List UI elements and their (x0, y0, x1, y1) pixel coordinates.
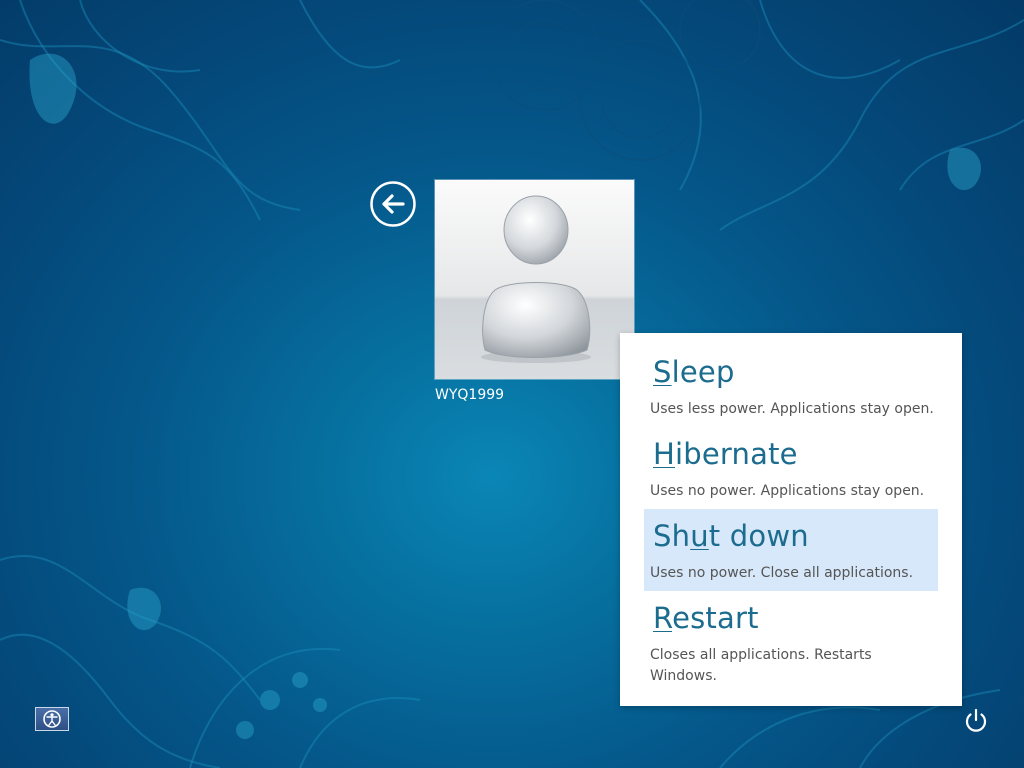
power-icon (965, 708, 987, 732)
username-label: WYQ1999 (435, 387, 505, 403)
menu-item-hibernate[interactable]: Hibernate Uses no power. Applications st… (644, 437, 938, 509)
hibernate-description: Uses no power. Applications stay open. (650, 483, 925, 499)
back-button[interactable] (370, 181, 416, 227)
power-button[interactable] (962, 707, 990, 735)
lock-screen-background: WYQ1999 Sleep Uses less power. Applicati… (0, 0, 1024, 768)
menu-item-restart[interactable]: Restart Closes all applications. Restart… (644, 601, 938, 693)
sleep-description: Uses less power. Applications stay open. (650, 401, 934, 417)
power-options-menu: Sleep Uses less power. Applications stay… (620, 333, 962, 706)
shut-down-label: Shut down (653, 519, 809, 553)
user-silhouette-icon (481, 195, 591, 363)
user-tile[interactable] (435, 180, 634, 379)
back-arrow-icon (370, 181, 416, 227)
ease-of-access-icon (43, 710, 61, 728)
restart-label: Restart (653, 601, 759, 635)
sleep-label: Sleep (653, 355, 735, 389)
menu-item-shut-down[interactable]: Shut down Uses no power. Close all appli… (644, 509, 938, 591)
shut-down-description: Uses no power. Close all applications. (650, 565, 914, 581)
hibernate-label: Hibernate (653, 437, 798, 471)
ease-of-access-button[interactable] (35, 707, 69, 731)
menu-item-sleep[interactable]: Sleep Uses less power. Applications stay… (644, 355, 938, 427)
restart-description: Closes all applications. Restarts Window… (650, 647, 872, 684)
